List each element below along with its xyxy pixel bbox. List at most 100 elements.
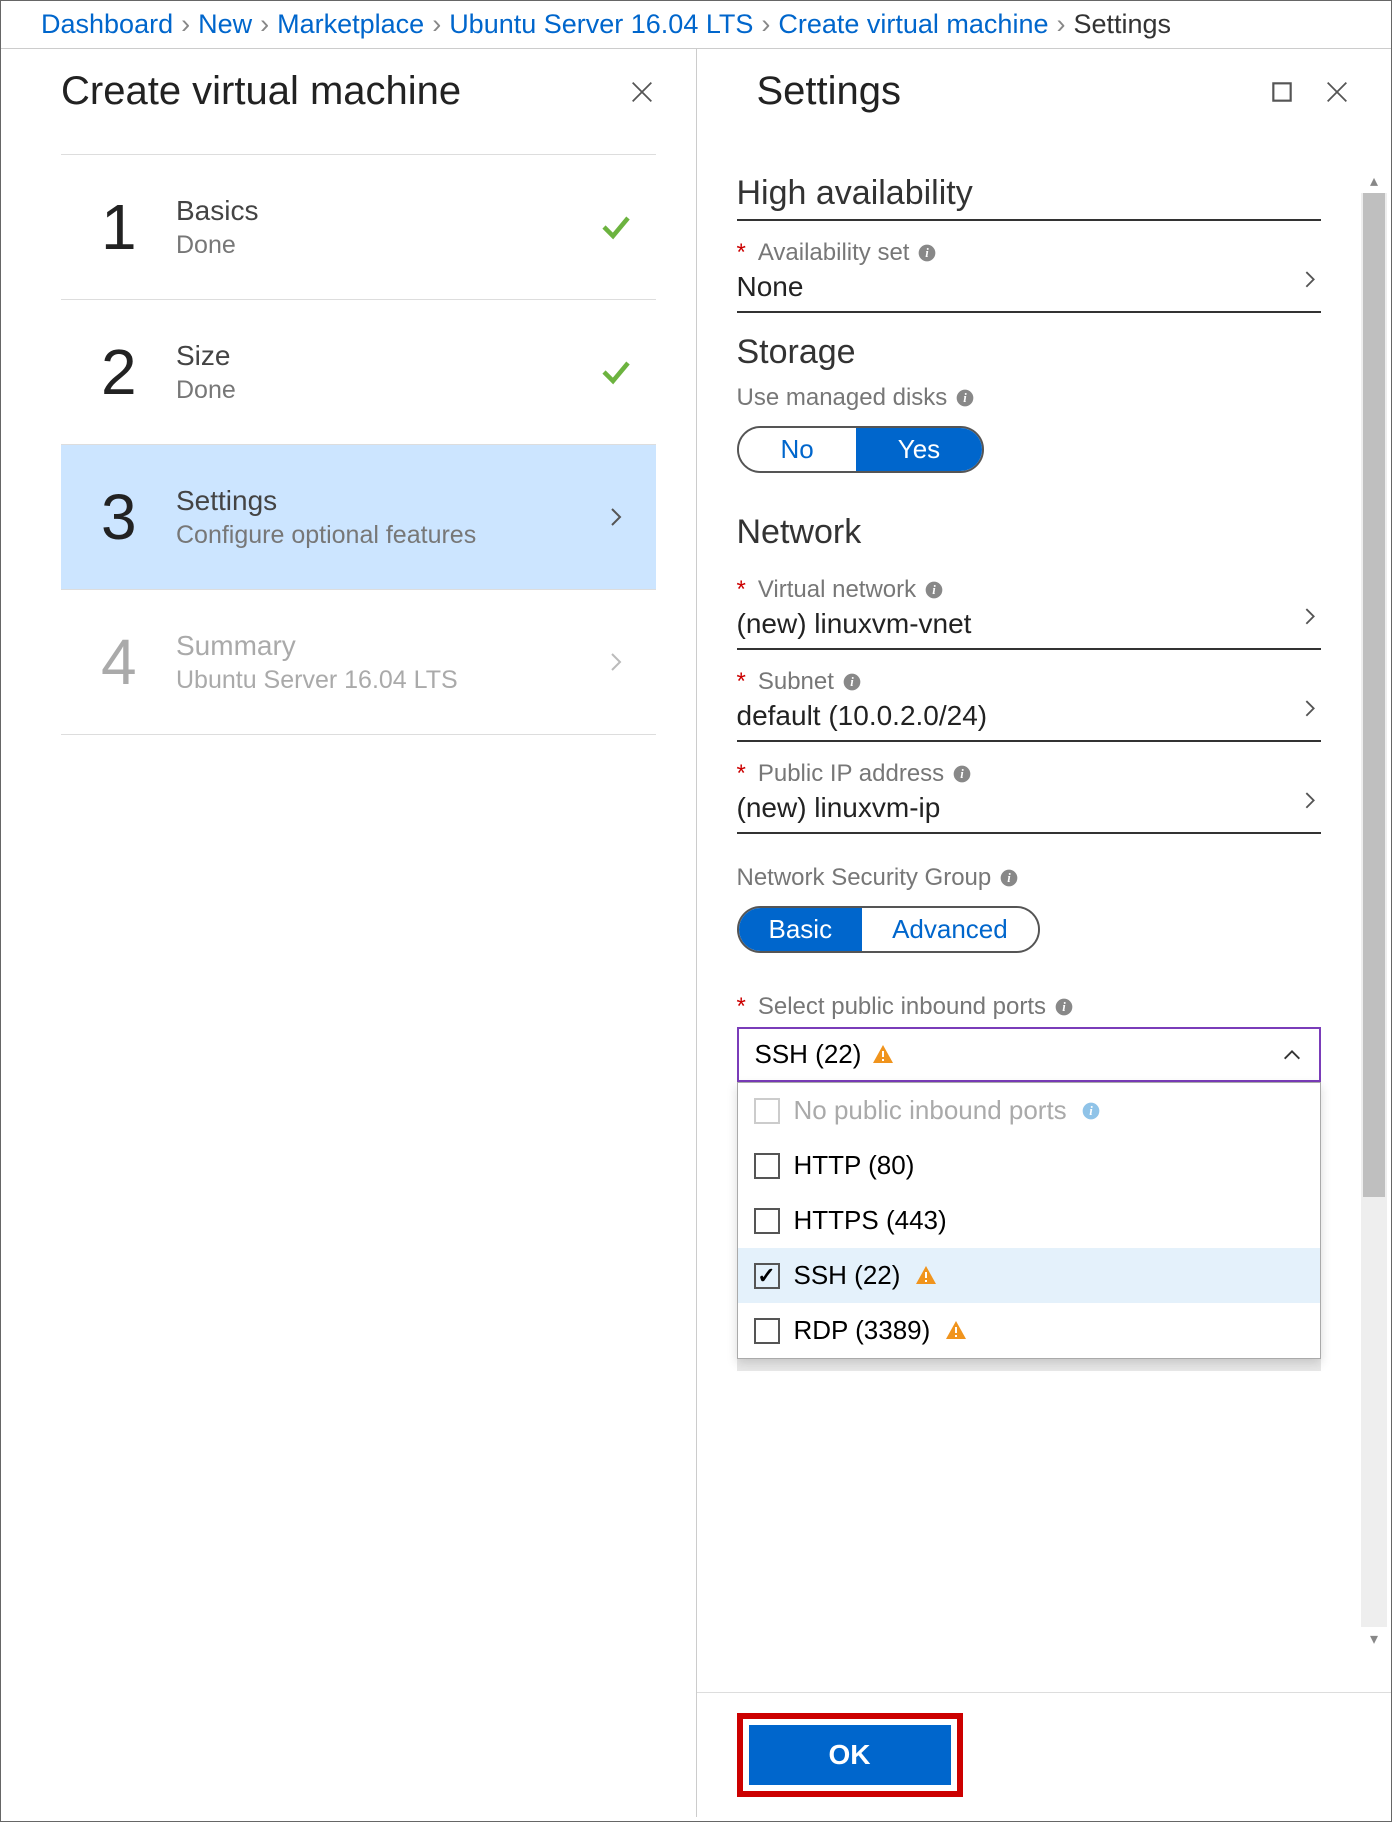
field-label-text: Availability set <box>758 239 910 267</box>
managed-disks-label: Use managed disks <box>737 384 948 412</box>
checkbox[interactable] <box>754 1153 780 1179</box>
info-icon[interactable]: i <box>842 672 862 692</box>
required-icon: * <box>737 760 746 788</box>
section-high-availability: High availability <box>737 174 1322 221</box>
required-icon: * <box>737 239 746 267</box>
info-icon[interactable]: i <box>955 388 975 408</box>
checkbox[interactable] <box>754 1318 780 1344</box>
warning-icon <box>944 1319 968 1343</box>
dropdown-option-https[interactable]: HTTPS (443) <box>738 1193 1321 1248</box>
info-icon[interactable]: i <box>1054 997 1074 1017</box>
step-sub: Configure optional features <box>176 521 596 550</box>
required-icon: * <box>737 576 746 604</box>
toggle-managed-disks[interactable]: No Yes <box>737 426 985 473</box>
wizard-step-settings[interactable]: 3 Settings Configure optional features <box>61 445 656 589</box>
close-icon[interactable] <box>628 78 656 106</box>
dropdown-option-no-ports[interactable]: No public inbound ports i <box>738 1083 1321 1138</box>
scroll-down-icon[interactable]: ▾ <box>1361 1627 1387 1651</box>
nsg-label: Network Security Group <box>737 864 992 892</box>
scroll-up-icon[interactable]: ▴ <box>1361 169 1387 193</box>
info-icon[interactable]: i <box>924 580 944 600</box>
svg-text:i: i <box>1089 1104 1093 1118</box>
step-label: Settings <box>176 485 596 517</box>
breadcrumb-ubuntu[interactable]: Ubuntu Server 16.04 LTS <box>449 9 753 40</box>
step-number: 3 <box>101 480 176 554</box>
field-value: (new) linuxvm-vnet <box>737 608 1322 640</box>
step-label: Basics <box>176 195 596 227</box>
checkbox[interactable] <box>754 1263 780 1289</box>
option-label: RDP (3389) <box>794 1315 931 1346</box>
step-label: Size <box>176 340 596 372</box>
field-label-text: Public IP address <box>758 760 944 788</box>
step-sub: Done <box>176 231 596 260</box>
breadcrumb-marketplace[interactable]: Marketplace <box>277 9 424 40</box>
panel-title-settings: Settings <box>757 69 902 114</box>
restore-window-icon[interactable] <box>1269 79 1295 105</box>
chevron-right-icon: › <box>761 9 770 40</box>
option-label: SSH (22) <box>794 1260 901 1291</box>
ok-button-highlight: OK <box>737 1713 963 1797</box>
checkbox[interactable] <box>754 1208 780 1234</box>
field-label-text: Virtual network <box>758 576 916 604</box>
info-icon[interactable]: i <box>952 764 972 784</box>
svg-text:i: i <box>850 675 854 689</box>
scrollbar-thumb[interactable] <box>1363 193 1385 1197</box>
warning-icon <box>871 1043 895 1067</box>
ok-button[interactable]: OK <box>749 1725 951 1785</box>
field-subnet[interactable]: * Subnet i default (10.0.2.0/24) <box>737 668 1322 742</box>
dropdown-option-rdp[interactable]: RDP (3389) <box>738 1303 1321 1358</box>
toggle-advanced[interactable]: Advanced <box>862 908 1038 951</box>
warning-icon <box>914 1264 938 1288</box>
chevron-right-icon: › <box>1056 9 1065 40</box>
field-availability-set[interactable]: * Availability set i None <box>737 239 1322 313</box>
info-icon[interactable]: i <box>1081 1101 1101 1121</box>
checkmark-icon <box>596 209 636 245</box>
toggle-nsg[interactable]: Basic Advanced <box>737 906 1040 953</box>
breadcrumb-dashboard[interactable]: Dashboard <box>41 9 173 40</box>
dropdown-option-ssh[interactable]: SSH (22) <box>738 1248 1321 1303</box>
dropdown-option-http[interactable]: HTTP (80) <box>738 1138 1321 1193</box>
step-label: Summary <box>176 630 596 662</box>
step-number: 4 <box>101 625 176 699</box>
svg-text:i: i <box>1008 871 1012 885</box>
svg-text:i: i <box>1062 1000 1066 1014</box>
svg-text:i: i <box>960 767 964 781</box>
chevron-right-icon: › <box>181 9 190 40</box>
section-network: Network <box>737 513 1322 558</box>
toggle-yes[interactable]: Yes <box>856 428 982 471</box>
chevron-right-icon <box>596 505 636 529</box>
field-value: None <box>737 271 1322 303</box>
field-value: default (10.0.2.0/24) <box>737 700 1322 732</box>
settings-panel: Settings ▴ ▾ High availability <box>697 49 1392 1817</box>
panel-title-create-vm: Create virtual machine <box>61 69 461 114</box>
chevron-right-icon <box>1299 605 1321 627</box>
scrollbar[interactable]: ▴ ▾ <box>1361 193 1387 1627</box>
wizard-step-basics[interactable]: 1 Basics Done <box>61 155 656 299</box>
close-icon[interactable] <box>1323 78 1351 106</box>
dropdown-list-inbound-ports: No public inbound ports i HTTP (80) HTTP… <box>737 1082 1322 1359</box>
step-sub: Done <box>176 376 596 405</box>
breadcrumb-new[interactable]: New <box>198 9 252 40</box>
chevron-right-icon <box>596 650 636 674</box>
checkbox[interactable] <box>754 1098 780 1124</box>
info-icon[interactable]: i <box>999 868 1019 888</box>
step-number: 2 <box>101 335 176 409</box>
required-icon: * <box>737 993 746 1021</box>
wizard-step-summary[interactable]: 4 Summary Ubuntu Server 16.04 LTS <box>61 590 656 734</box>
svg-text:i: i <box>932 583 936 597</box>
toggle-basic[interactable]: Basic <box>739 908 863 951</box>
option-label: No public inbound ports <box>794 1095 1067 1126</box>
toggle-no[interactable]: No <box>739 428 856 471</box>
field-public-ip[interactable]: * Public IP address i (new) linuxvm-ip <box>737 760 1322 834</box>
breadcrumb: Dashboard › New › Marketplace › Ubuntu S… <box>1 1 1391 49</box>
option-label: HTTP (80) <box>794 1150 915 1181</box>
wizard-step-size[interactable]: 2 Size Done <box>61 300 656 444</box>
breadcrumb-create-vm[interactable]: Create virtual machine <box>778 9 1048 40</box>
dropdown-inbound-ports[interactable]: SSH (22) <box>737 1027 1322 1082</box>
field-virtual-network[interactable]: * Virtual network i (new) linuxvm-vnet <box>737 576 1322 650</box>
create-vm-panel: Create virtual machine 1 Basics Done <box>1 49 697 1817</box>
chevron-right-icon <box>1299 268 1321 290</box>
info-icon[interactable]: i <box>917 243 937 263</box>
step-sub: Ubuntu Server 16.04 LTS <box>176 666 596 695</box>
svg-text:i: i <box>964 391 968 405</box>
